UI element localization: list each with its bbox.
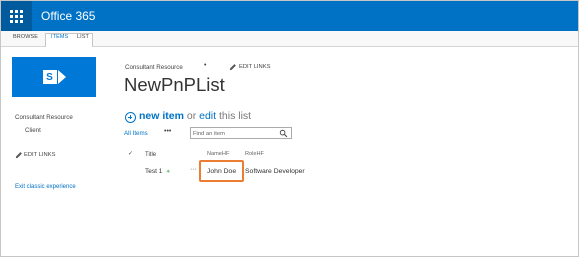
waffle-icon xyxy=(10,9,23,23)
or-text: or xyxy=(186,110,197,122)
add-circle-icon[interactable] xyxy=(125,112,136,123)
this-list-text: this list xyxy=(218,110,252,122)
sharepoint-s-icon: S xyxy=(42,70,57,84)
select-all-checkmark[interactable]: ✓ xyxy=(128,150,133,157)
view-more-button[interactable]: ••• xyxy=(164,128,171,135)
new-item-link[interactable]: new item xyxy=(139,110,184,122)
tab-items[interactable]: ITEMS xyxy=(51,34,68,40)
sharepoint-arrow-icon xyxy=(57,70,66,84)
new-item-icon: ✳ xyxy=(166,169,171,175)
sharepoint-logo[interactable]: S xyxy=(12,57,96,97)
column-header-title[interactable]: Title xyxy=(145,152,156,158)
header-edit-links[interactable]: EDIT LINKS xyxy=(239,64,270,70)
column-header-namehf[interactable]: NameHF xyxy=(207,151,229,157)
row-more-button[interactable]: ··· xyxy=(190,166,197,173)
suite-app-name[interactable]: Office 365 xyxy=(41,9,95,23)
tab-browse[interactable]: BROWSE xyxy=(13,34,38,40)
suite-bar: Office 365 xyxy=(1,1,578,31)
app-launcher-button[interactable] xyxy=(1,1,32,31)
breadcrumb-site-link[interactable]: Consultant Resource xyxy=(125,64,183,71)
new-item-line: new item or edit this list xyxy=(139,110,251,122)
nav-edit-links[interactable]: EDIT LINKS xyxy=(24,152,55,158)
tab-list[interactable]: LIST xyxy=(77,34,89,40)
page-title: NewPnPList xyxy=(124,74,225,95)
pencil-icon xyxy=(15,152,22,159)
search-icon[interactable] xyxy=(279,129,288,138)
nav-client-link[interactable]: Client xyxy=(25,127,41,134)
nav-site-link[interactable]: Consultant Resource xyxy=(15,114,73,121)
view-all-items[interactable]: All Items xyxy=(124,130,148,137)
edit-list-link[interactable]: edit xyxy=(199,110,216,122)
cell-rolehf: Software Developer xyxy=(245,168,305,175)
search-box xyxy=(190,127,292,139)
row-title-link[interactable]: Test 1 xyxy=(145,168,162,175)
search-input[interactable] xyxy=(193,129,275,138)
exit-classic-link[interactable]: Exit classic experience xyxy=(15,184,76,190)
column-header-rolehf[interactable]: RoleHF xyxy=(245,151,264,157)
ribbon-tabs: BROWSE ITEMS LIST xyxy=(1,31,578,47)
pencil-icon xyxy=(229,64,236,71)
cell-namehf: John Doe xyxy=(207,168,237,175)
breadcrumb-bullet: • xyxy=(204,62,207,69)
